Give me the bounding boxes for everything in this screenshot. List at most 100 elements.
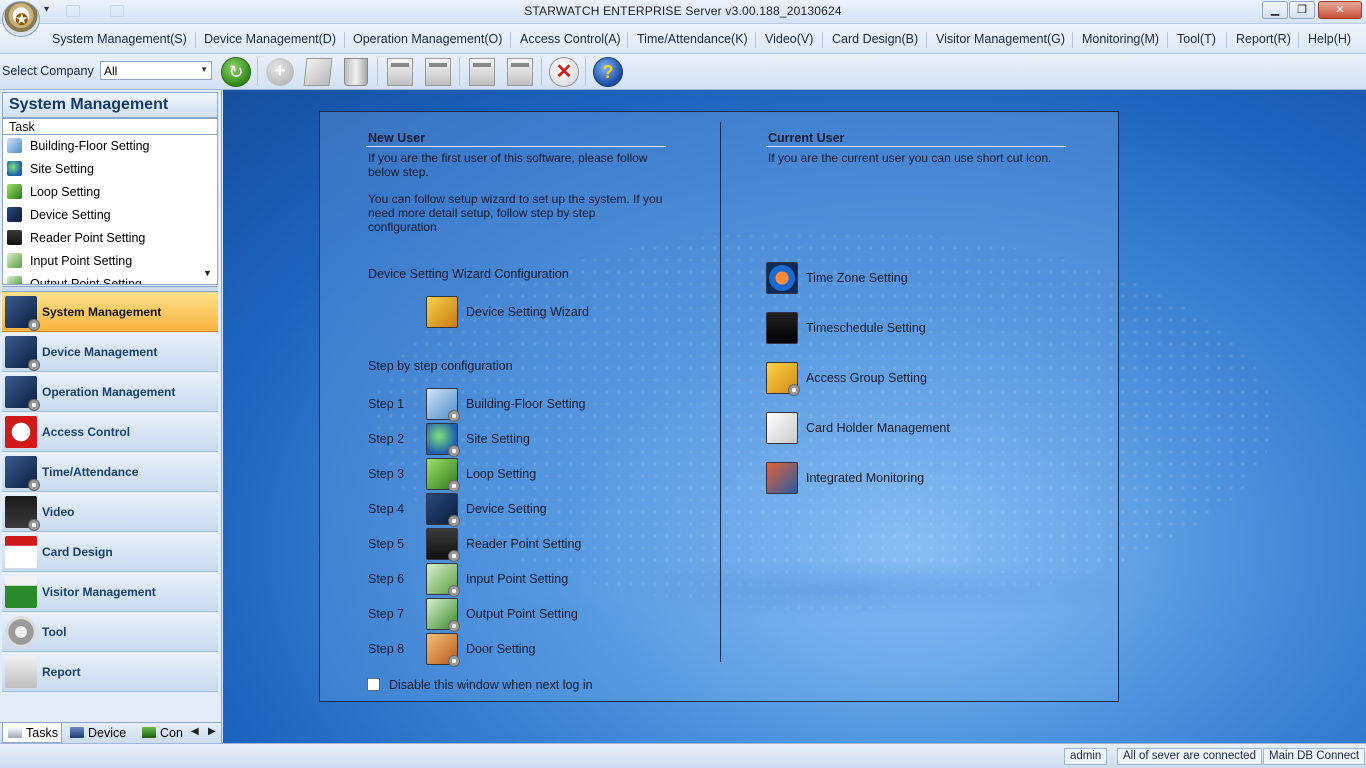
shortcut-time-zone-setting[interactable]: Time Zone Setting [806, 271, 908, 285]
task-device-setting[interactable]: Device Setting [3, 204, 217, 227]
import-button[interactable] [384, 56, 416, 88]
loop-icon[interactable] [426, 458, 460, 492]
step-device-setting[interactable]: Device Setting [466, 502, 547, 516]
step-input-point-setting[interactable]: Input Point Setting [466, 572, 568, 586]
card-design-icon [5, 536, 37, 568]
column-divider [720, 122, 721, 662]
menu-access-control[interactable]: Access Control(A) [520, 32, 621, 46]
monitoring-icon[interactable] [766, 462, 798, 494]
toolbar-separator [459, 58, 460, 86]
menu-system-management[interactable]: System Management(S) [52, 32, 187, 46]
close-button[interactable]: ✕ [1318, 1, 1362, 19]
step-loop-setting[interactable]: Loop Setting [466, 467, 536, 481]
add-button[interactable]: + [264, 56, 296, 88]
steps-heading: Step by step configuration [368, 359, 513, 373]
input-point-icon[interactable] [426, 563, 460, 597]
help-button[interactable]: ? [592, 56, 624, 88]
delete-button[interactable] [340, 56, 372, 88]
device-setting-wizard-link[interactable]: Device Setting Wizard [466, 305, 589, 319]
batch-edit-button[interactable] [504, 56, 536, 88]
task-output-point-setting[interactable]: Output Point Setting [3, 273, 217, 284]
scroll-down-icon[interactable]: ▼ [203, 268, 212, 278]
wizard-icon[interactable] [426, 296, 458, 328]
building-icon[interactable] [426, 388, 460, 422]
step-label: Step 6 [368, 572, 405, 586]
reader-icon[interactable] [426, 528, 460, 562]
nav-label: Video [42, 505, 75, 519]
access-group-icon[interactable] [766, 362, 800, 396]
tab-label: Tasks [26, 726, 58, 740]
nav-access-control[interactable]: Access Control [2, 412, 218, 452]
output-point-icon[interactable] [426, 598, 460, 632]
menu-card-design[interactable]: Card Design(B) [832, 32, 918, 46]
menu-video[interactable]: Video(V) [765, 32, 813, 46]
step-label: Step 4 [368, 502, 405, 516]
system-management-icon [5, 296, 40, 331]
nav-device-management[interactable]: Device Management [2, 332, 218, 372]
step-reader-point-setting[interactable]: Reader Point Setting [466, 537, 581, 551]
refresh-button[interactable]: ↻ [220, 56, 252, 88]
maximize-button[interactable]: ❐ [1289, 1, 1315, 19]
shortcut-timeschedule-setting[interactable]: Timeschedule Setting [806, 321, 926, 335]
nav-visitor-management[interactable]: Visitor Management [2, 572, 218, 612]
menu-device-management[interactable]: Device Management(D) [204, 32, 336, 46]
task-building-floor-setting[interactable]: Building-Floor Setting [3, 135, 217, 158]
nav-report[interactable]: Report [2, 652, 218, 692]
toolbar-separator [541, 58, 542, 86]
step-site-setting[interactable]: Site Setting [466, 432, 530, 446]
building-icon [7, 138, 22, 153]
menu-operation-management[interactable]: Operation Management(O) [353, 32, 502, 46]
import-icon [387, 58, 413, 86]
company-select[interactable]: All ▼ [100, 61, 212, 80]
stop-button[interactable]: ✕ [548, 56, 580, 88]
status-db: Main DB Connect [1263, 748, 1366, 765]
calendar-icon[interactable] [766, 312, 798, 344]
card-holder-icon[interactable] [766, 412, 798, 444]
disable-window-checkbox[interactable] [367, 678, 380, 691]
menu-help[interactable]: Help(H) [1308, 32, 1351, 46]
shortcut-card-holder-management[interactable]: Card Holder Management [806, 421, 950, 435]
export-button[interactable] [422, 56, 454, 88]
tab-scroll-right-icon[interactable]: ▶ [208, 726, 216, 737]
globe-icon[interactable] [426, 423, 460, 457]
section-rule [766, 146, 1066, 147]
time-zone-icon[interactable] [766, 262, 798, 294]
tab-con[interactable]: Con [142, 723, 188, 743]
task-site-setting[interactable]: Site Setting [3, 158, 217, 181]
tab-scroll-left-icon[interactable]: ◀ [191, 726, 199, 737]
device-icon[interactable] [426, 493, 460, 527]
step-output-point-setting[interactable]: Output Point Setting [466, 607, 578, 621]
add-icon: + [266, 58, 294, 86]
step-door-setting[interactable]: Door Setting [466, 642, 535, 656]
nav-video[interactable]: Video [2, 492, 218, 532]
menu-separator [627, 32, 628, 48]
shortcut-access-group-setting[interactable]: Access Group Setting [806, 371, 927, 385]
video-icon [5, 496, 40, 531]
loop-icon [7, 184, 22, 199]
menu-monitoring[interactable]: Monitoring(M) [1082, 32, 1159, 46]
menu-tool[interactable]: Tool(T) [1177, 32, 1216, 46]
nav-system-management[interactable]: System Management [2, 292, 218, 332]
tab-device[interactable]: Device [70, 723, 136, 743]
app-menu-button[interactable]: ✪ [2, 1, 40, 37]
step-building-floor-setting[interactable]: Building-Floor Setting [466, 397, 586, 411]
nav-tool[interactable]: Tool [2, 612, 218, 652]
nav-operation-management[interactable]: Operation Management [2, 372, 218, 412]
nav-card-design[interactable]: Card Design [2, 532, 218, 572]
batch-add-button[interactable] [466, 56, 498, 88]
nav-label: Device Management [42, 345, 158, 359]
nav-time-attendance[interactable]: Time/Attendance [2, 452, 218, 492]
tab-tasks[interactable]: Tasks [2, 723, 62, 743]
minimize-button[interactable]: ▁ [1262, 1, 1288, 19]
menu-report[interactable]: Report(R) [1236, 32, 1291, 46]
edit-button[interactable] [302, 56, 334, 88]
nav-label: System Management [42, 305, 162, 319]
task-loop-setting[interactable]: Loop Setting [3, 181, 217, 204]
task-input-point-setting[interactable]: Input Point Setting [3, 250, 217, 273]
menu-visitor-management[interactable]: Visitor Management(G) [936, 32, 1065, 46]
shortcut-integrated-monitoring[interactable]: Integrated Monitoring [806, 471, 924, 485]
door-icon[interactable] [426, 633, 460, 667]
menu-time-attendance[interactable]: Time/Attendance(K) [637, 32, 748, 46]
nav-label: Card Design [42, 545, 113, 559]
task-reader-point-setting[interactable]: Reader Point Setting [3, 227, 217, 250]
